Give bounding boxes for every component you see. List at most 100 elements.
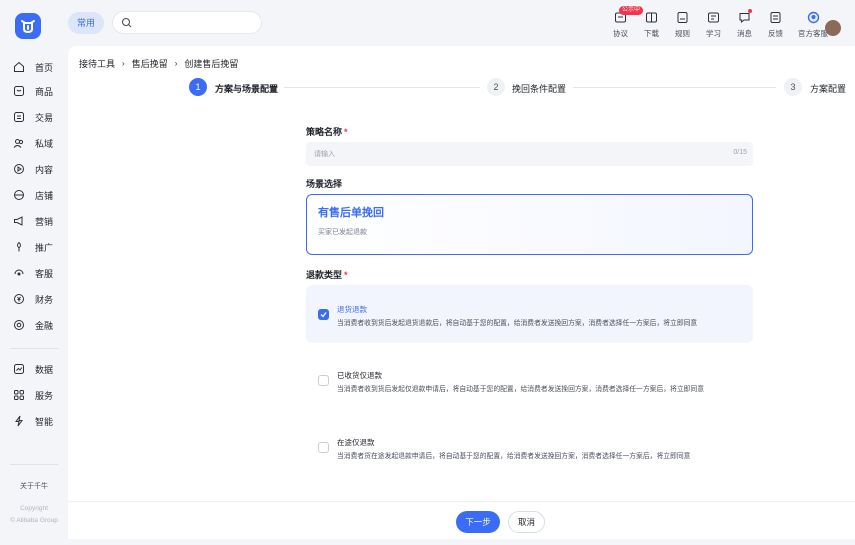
required-mark: *: [344, 127, 348, 137]
services-icon: [14, 390, 24, 400]
sidebar-item-home[interactable]: 首页: [0, 57, 68, 77]
search-icon: [121, 17, 132, 28]
avatar[interactable]: [825, 20, 841, 36]
strategy-name-label: 策略名称 *: [306, 125, 348, 138]
sidebar-divider: [10, 348, 58, 349]
tool-message[interactable]: 消息: [729, 6, 760, 39]
scene-description: 买家已发起退款: [318, 229, 367, 236]
scene-title: 有售后单挽回: [318, 207, 384, 219]
sidebar-item-label: 店铺: [35, 190, 54, 201]
breadcrumb-current: 创建售后挽留: [184, 59, 239, 69]
sidebar-item-content[interactable]: 内容: [0, 159, 68, 179]
sidebar-item-label: 服务: [35, 390, 54, 401]
finance-icon: [14, 294, 24, 304]
next-step-button[interactable]: 下一步: [456, 511, 500, 533]
step-3-number: 3: [784, 78, 802, 96]
tool-label: 下载: [644, 29, 659, 38]
sidebar-item-shop[interactable]: 店铺: [0, 185, 68, 205]
goods-icon: [14, 86, 24, 96]
quick-access-button[interactable]: 常用: [68, 12, 104, 34]
shop-icon: [14, 190, 24, 200]
scene-option-after-sale[interactable]: 有售后单挽回 买家已发起退款: [306, 194, 753, 255]
step-2-number: 2: [487, 78, 505, 96]
about-link[interactable]: 关于千牛: [0, 481, 68, 491]
tool-rules[interactable]: 规则: [667, 6, 698, 39]
strategy-name-input[interactable]: 请输入 0/15: [306, 142, 753, 166]
trade-icon: [14, 112, 24, 122]
sidebar-item-label: 推广: [35, 242, 54, 253]
refund-option-description: 当消费者收到货后发起退货退款后，将自动基于您的配置，给消费者发送挽回方案，消费者…: [337, 320, 698, 327]
step-3-label: 方案配置: [810, 84, 847, 94]
sidebar-item-intelligence[interactable]: 智能: [0, 411, 68, 431]
sidebar-item-label: 智能: [35, 416, 54, 427]
main-panel: 接待工具 › 售后挽留 › 创建售后挽留 1 方案与场景配置 2 挽回条件配置 …: [68, 46, 855, 539]
refund-option-description: 当消费者货在途发起退款申请后，将自动基于您的配置，给消费者发送挽回方案，消费者选…: [337, 453, 691, 460]
top-bar: 常用 公示中 协议 下载 规则 学习 消息 反馈 官方客服: [0, 0, 855, 46]
refund-option-checkbox[interactable]: [318, 309, 329, 320]
required-mark: *: [344, 270, 348, 280]
sidebar-item-label: 营销: [35, 216, 54, 227]
sidebar-item-label: 金融: [35, 320, 54, 331]
sidebar-item-label: 私域: [35, 138, 54, 149]
intelligence-icon: [15, 415, 23, 427]
breadcrumb-item[interactable]: 接待工具: [79, 57, 115, 70]
search-input[interactable]: [112, 11, 262, 34]
breadcrumb-separator-icon: ›: [174, 59, 178, 68]
tool-feedback[interactable]: 反馈: [760, 6, 791, 39]
feedback-icon: [770, 12, 781, 23]
refund-option-received-refund-only[interactable]: 已收货仅退款 当消费者收到货后发起仅退款申请后，将自动基于您的配置，给消费者发送…: [306, 351, 753, 409]
tool-label: 协议: [613, 29, 628, 38]
breadcrumb-item[interactable]: 售后挽留: [132, 57, 168, 70]
logo-icon: [21, 20, 35, 34]
sidebar-item-banking[interactable]: 金融: [0, 315, 68, 335]
check-icon: [320, 312, 327, 318]
sidebar-item-data[interactable]: 数据: [0, 359, 68, 379]
refund-option-title: 在途仅退款: [337, 438, 375, 447]
refund-type-label: 退款类型 *: [306, 268, 348, 281]
tool-label: 规则: [675, 29, 690, 38]
refund-option-description: 当消费者收到货后发起仅退款申请后，将自动基于您的配置，给消费者发送挽回方案，消费…: [337, 386, 705, 393]
refund-option-in-transit-refund-only[interactable]: 在途仅退款 当消费者货在途发起退款申请后，将自动基于您的配置，给消费者发送挽回方…: [306, 418, 753, 476]
refund-option-return-refund[interactable]: 退货退款 当消费者收到货后发起退货退款后，将自动基于您的配置，给消费者发送挽回方…: [306, 285, 753, 343]
sidebar: 首页 商品 交易 私域 内容 店铺 营销 推广 客服 财务 金融 数据 服务 智…: [0, 46, 68, 545]
sidebar-divider: [10, 464, 58, 465]
sidebar-item-label: 交易: [35, 112, 54, 123]
sidebar-item-marketing[interactable]: 营销: [0, 211, 68, 231]
tool-label: 反馈: [768, 29, 783, 38]
sidebar-item-private-domain[interactable]: 私域: [0, 133, 68, 153]
promotion-icon: [17, 241, 21, 252]
sidebar-item-finance[interactable]: 财务: [0, 289, 68, 309]
message-unread-dot: [748, 9, 752, 13]
breadcrumb: 接待工具 › 售后挽留 › 创建售后挽留: [79, 57, 238, 70]
top-toolbar: 公示中 协议 下载 规则 学习 消息 反馈 官方客服: [605, 6, 841, 39]
tool-label: 学习: [706, 29, 721, 38]
sidebar-item-service[interactable]: 客服: [0, 263, 68, 283]
tool-protocol[interactable]: 公示中 协议: [605, 6, 644, 39]
copyright-line-2: © Alibaba Group: [10, 517, 58, 524]
tool-learn[interactable]: 学习: [698, 6, 729, 39]
char-counter: 0/15: [733, 149, 747, 156]
sidebar-item-services[interactable]: 服务: [0, 385, 68, 405]
private-domain-icon: [13, 139, 24, 148]
sidebar-item-goods[interactable]: 商品: [0, 81, 68, 101]
sidebar-item-label: 数据: [35, 364, 54, 375]
refund-option-checkbox[interactable]: [318, 442, 329, 453]
strategy-name-placeholder: 请输入: [314, 151, 335, 158]
breadcrumb-separator-icon: ›: [122, 59, 125, 68]
banking-icon: [14, 320, 24, 330]
step-2-label: 挽回条件配置: [512, 84, 567, 94]
qianniu-logo[interactable]: [15, 13, 41, 39]
tool-label: 消息: [737, 29, 752, 38]
sidebar-item-promotion[interactable]: 推广: [0, 237, 68, 257]
refund-type-label-text: 退款类型: [306, 270, 343, 280]
content-icon: [14, 164, 24, 174]
tool-download[interactable]: 下载: [636, 6, 667, 39]
refund-option-checkbox[interactable]: [318, 375, 329, 386]
data-icon: [14, 364, 24, 374]
sidebar-item-label: 商品: [35, 86, 54, 97]
strategy-name-label-text: 策略名称: [306, 127, 343, 137]
download-icon: [646, 12, 657, 23]
cancel-button[interactable]: 取消: [508, 511, 545, 533]
sidebar-item-trade[interactable]: 交易: [0, 107, 68, 127]
rules-icon: [677, 12, 688, 23]
